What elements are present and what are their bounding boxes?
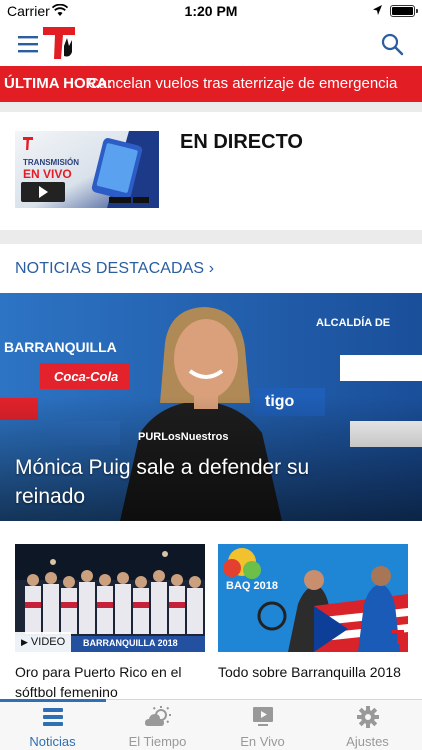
live-stream-thumbnail[interactable]: TRANSMISIÓN EN VIVO [15, 131, 159, 208]
featured-news-header[interactable]: NOTICIAS DESTACADAS › [0, 244, 422, 293]
clock: 1:20 PM [184, 3, 238, 19]
article-image-text: BARRANQUILLA 2018 [83, 638, 178, 648]
tab-el-tiempo[interactable]: El Tiempo [105, 700, 210, 750]
article-image-text: BAQ 2018 [226, 580, 278, 592]
weather-icon [145, 706, 171, 726]
article-card-softball[interactable]: BARRANQUILLA 2018 ▶ VIDEO Oro para Puerto… [15, 544, 205, 702]
featured-news-label: NOTICIAS DESTACADAS [15, 260, 205, 277]
hamburger-menu-icon[interactable] [18, 34, 40, 54]
article-caption: Todo sobre Barranquilla 2018 [218, 664, 401, 680]
tv-play-icon [253, 707, 273, 726]
live-thumb-line2: EN VIVO [23, 167, 72, 181]
article-card-barranquilla[interactable]: BAQ 2018 Todo sobre Barranquilla 2018 [218, 544, 408, 682]
live-thumb-line1: TRANSMISIÓN [23, 158, 79, 167]
play-icon: ▶ [21, 637, 28, 647]
gear-icon [357, 706, 379, 728]
top-nav-bar [0, 22, 422, 66]
live-card-title: EN DIRECTO [180, 131, 303, 153]
hero-banner-word-4: tigo [265, 393, 295, 410]
bottom-tab-bar: Noticias El Tiempo En Vivo Ajustes [0, 699, 422, 750]
hero-banner-word-2: ALCALDÍA DE [316, 317, 391, 329]
breaking-news-text: Cancelan vuelos tras aterrizaje de emerg… [88, 75, 398, 92]
hero-banner-word-5: PURLosNuestros [138, 431, 229, 443]
telemundo-logo-icon[interactable] [42, 26, 76, 62]
article-thumbnail: BAQ 2018 [218, 544, 408, 652]
tab-noticias[interactable]: Noticias [0, 700, 105, 750]
app-screen: Carrier 1:20 PM ÚLTIMA HORA: Cancelan vu… [0, 0, 422, 750]
live-stream-card[interactable]: TRANSMISIÓN EN VIVO EN DIRECTO [0, 112, 422, 230]
video-badge-label: VIDEO [30, 636, 66, 648]
search-icon[interactable] [380, 32, 404, 56]
tab-en-vivo[interactable]: En Vivo [210, 700, 315, 750]
hero-article[interactable]: BARRANQUILLA ALCALDÍA DE Coca-Cola tigo … [0, 293, 422, 521]
news-icon [43, 708, 63, 726]
tab-label: En Vivo [240, 734, 285, 749]
articles-grid: BARRANQUILLA 2018 ▶ VIDEO Oro para Puerto… [0, 521, 422, 702]
battery-icon [390, 5, 418, 17]
hero-headline: Mónica Puig sale a defender su reinado [15, 456, 310, 508]
status-bar: Carrier 1:20 PM [0, 0, 422, 22]
tab-label: Noticias [29, 734, 76, 749]
location-arrow-icon [373, 5, 382, 15]
tab-label: El Tiempo [128, 734, 187, 749]
article-thumbnail: BARRANQUILLA 2018 ▶ VIDEO [15, 544, 205, 652]
tab-label: Ajustes [346, 734, 389, 749]
article-caption: Oro para Puerto Rico en el sóftbol femen… [15, 664, 182, 700]
hero-banner-word-1: BARRANQUILLA [4, 339, 117, 355]
video-badge: ▶ VIDEO [15, 632, 72, 652]
breaking-news-banner[interactable]: ÚLTIMA HORA: Cancelan vuelos tras aterri… [0, 66, 422, 102]
chevron-right-icon: › [208, 260, 215, 277]
hero-banner-word-3: Coca-Cola [54, 369, 119, 384]
tab-ajustes[interactable]: Ajustes [315, 700, 420, 750]
